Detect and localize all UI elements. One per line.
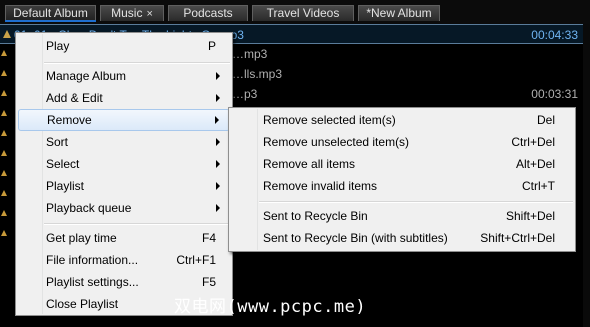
- menu-item-label: Sort: [46, 135, 69, 149]
- menu-item-label: Remove invalid items: [263, 179, 378, 193]
- menu-item-shortcut: F5: [201, 275, 216, 289]
- tab-podcasts[interactable]: Podcasts: [168, 5, 248, 21]
- track-icon: [1, 190, 7, 196]
- tab-label: Default Album: [13, 6, 88, 20]
- menu-item-shortcut: F4: [201, 231, 216, 245]
- menu-item-sort[interactable]: Sort: [18, 131, 230, 153]
- remove-submenu: Remove selected item(s) Del Remove unsel…: [228, 107, 576, 252]
- menu-item-label: Sent to Recycle Bin (with subtitles): [263, 231, 448, 245]
- menu-item-label: Remove all items: [263, 157, 356, 171]
- menu-separator: [44, 62, 230, 64]
- menu-item-select[interactable]: Select: [18, 153, 230, 175]
- menu-item-shortcut: Alt+Del: [515, 157, 555, 171]
- track-icon: [1, 90, 7, 96]
- menu-item-remove-invalid[interactable]: Remove invalid items Ctrl+T: [231, 175, 573, 197]
- tab-label: Travel Videos: [266, 6, 340, 20]
- menu-item-manage-album[interactable]: Manage Album: [18, 65, 230, 87]
- menu-item-remove-unselected[interactable]: Remove unselected item(s) Ctrl+Del: [231, 131, 573, 153]
- menu-item-shortcut: Del: [536, 113, 555, 127]
- menu-item-label: Playback queue: [46, 201, 132, 215]
- submenu-arrow-icon: [216, 160, 220, 168]
- track-icon: [1, 150, 7, 156]
- menu-item-label: Close Playlist: [46, 297, 119, 311]
- tab-label: *New Album: [366, 6, 432, 20]
- track-icon: [1, 170, 7, 176]
- track-title: …mp3: [232, 47, 268, 61]
- track-duration: 00:04:33: [531, 28, 578, 42]
- playlist-scrollbar[interactable]: [583, 24, 590, 327]
- playlist-context-menu: Play P Manage Album Add & Edit Remove So…: [15, 32, 233, 316]
- active-tab-indicator: [5, 20, 96, 22]
- close-icon[interactable]: ×: [146, 8, 152, 20]
- submenu-arrow-icon: [216, 72, 220, 80]
- menu-item-add-edit[interactable]: Add & Edit: [18, 87, 230, 109]
- track-title: …p3: [232, 87, 258, 101]
- menu-item-playlist[interactable]: Playlist: [18, 175, 230, 197]
- menu-item-remove[interactable]: Remove: [18, 109, 230, 131]
- menu-item-shortcut: Shift+Del: [505, 209, 555, 223]
- menu-item-get-play-time[interactable]: Get play time F4: [18, 227, 230, 249]
- tab-travel-videos[interactable]: Travel Videos: [252, 5, 354, 21]
- menu-item-label: Add & Edit: [46, 91, 103, 105]
- menu-item-play[interactable]: Play P: [18, 35, 230, 57]
- track-icon: [1, 130, 7, 136]
- submenu-arrow-icon: [216, 182, 220, 190]
- menu-item-label: Playlist: [46, 179, 85, 193]
- menu-separator: [259, 201, 573, 203]
- submenu-arrow-icon: [215, 116, 219, 124]
- menu-item-remove-selected[interactable]: Remove selected item(s) Del: [231, 109, 573, 131]
- menu-item-remove-all[interactable]: Remove all items Alt+Del: [231, 153, 573, 175]
- menu-item-label: Select: [46, 157, 80, 171]
- submenu-arrow-icon: [216, 204, 220, 212]
- menu-item-label: File information...: [46, 253, 139, 267]
- watermark-text: 双电网(www.pcpc.me): [174, 297, 367, 317]
- track-title: …lls.mp3: [232, 67, 283, 81]
- submenu-arrow-icon: [216, 138, 220, 146]
- menu-item-send-to-recycle-bin-with-subtitles[interactable]: Sent to Recycle Bin (with subtitles) Shi…: [231, 227, 573, 249]
- menu-item-send-to-recycle-bin[interactable]: Sent to Recycle Bin Shift+Del: [231, 205, 573, 227]
- menu-item-shortcut: P: [207, 39, 216, 53]
- track-icon: [1, 50, 7, 56]
- menu-item-shortcut: Ctrl+Del: [511, 135, 555, 149]
- track-icon: [1, 230, 7, 236]
- now-playing-icon: [3, 30, 11, 38]
- tab-label: Music: [111, 6, 143, 20]
- menu-item-label: Get play time: [46, 231, 117, 245]
- menu-item-shortcut: Shift+Ctrl+Del: [480, 231, 555, 245]
- menu-item-shortcut: Ctrl+F1: [176, 253, 216, 267]
- menu-item-playlist-settings[interactable]: Playlist settings... F5: [18, 271, 230, 293]
- menu-item-label: Remove selected item(s): [263, 113, 396, 127]
- menu-item-playback-queue[interactable]: Playback queue: [18, 197, 230, 219]
- menu-separator: [44, 223, 230, 225]
- menu-item-file-information[interactable]: File information... Ctrl+F1: [18, 249, 230, 271]
- track-icon: [1, 210, 7, 216]
- menu-item-shortcut: Ctrl+T: [522, 179, 555, 193]
- track-icon: [1, 110, 7, 116]
- submenu-arrow-icon: [216, 94, 220, 102]
- menu-item-label: Remove: [47, 113, 92, 127]
- menu-item-label: Manage Album: [46, 69, 127, 83]
- tab-music[interactable]: Music ×: [100, 5, 164, 21]
- album-tab-bar: Default Album Music × Podcasts Travel Vid…: [0, 0, 590, 24]
- track-icon: [1, 70, 7, 76]
- menu-item-label: Play: [46, 39, 70, 53]
- menu-item-label: Sent to Recycle Bin: [263, 209, 368, 223]
- tab-label: Podcasts: [183, 6, 233, 20]
- track-duration: 00:03:31: [531, 87, 578, 101]
- tab-default-album[interactable]: Default Album: [5, 5, 96, 21]
- tab-new-album[interactable]: *New Album: [358, 5, 440, 21]
- menu-item-label: Playlist settings...: [46, 275, 139, 289]
- menu-item-label: Remove unselected item(s): [263, 135, 410, 149]
